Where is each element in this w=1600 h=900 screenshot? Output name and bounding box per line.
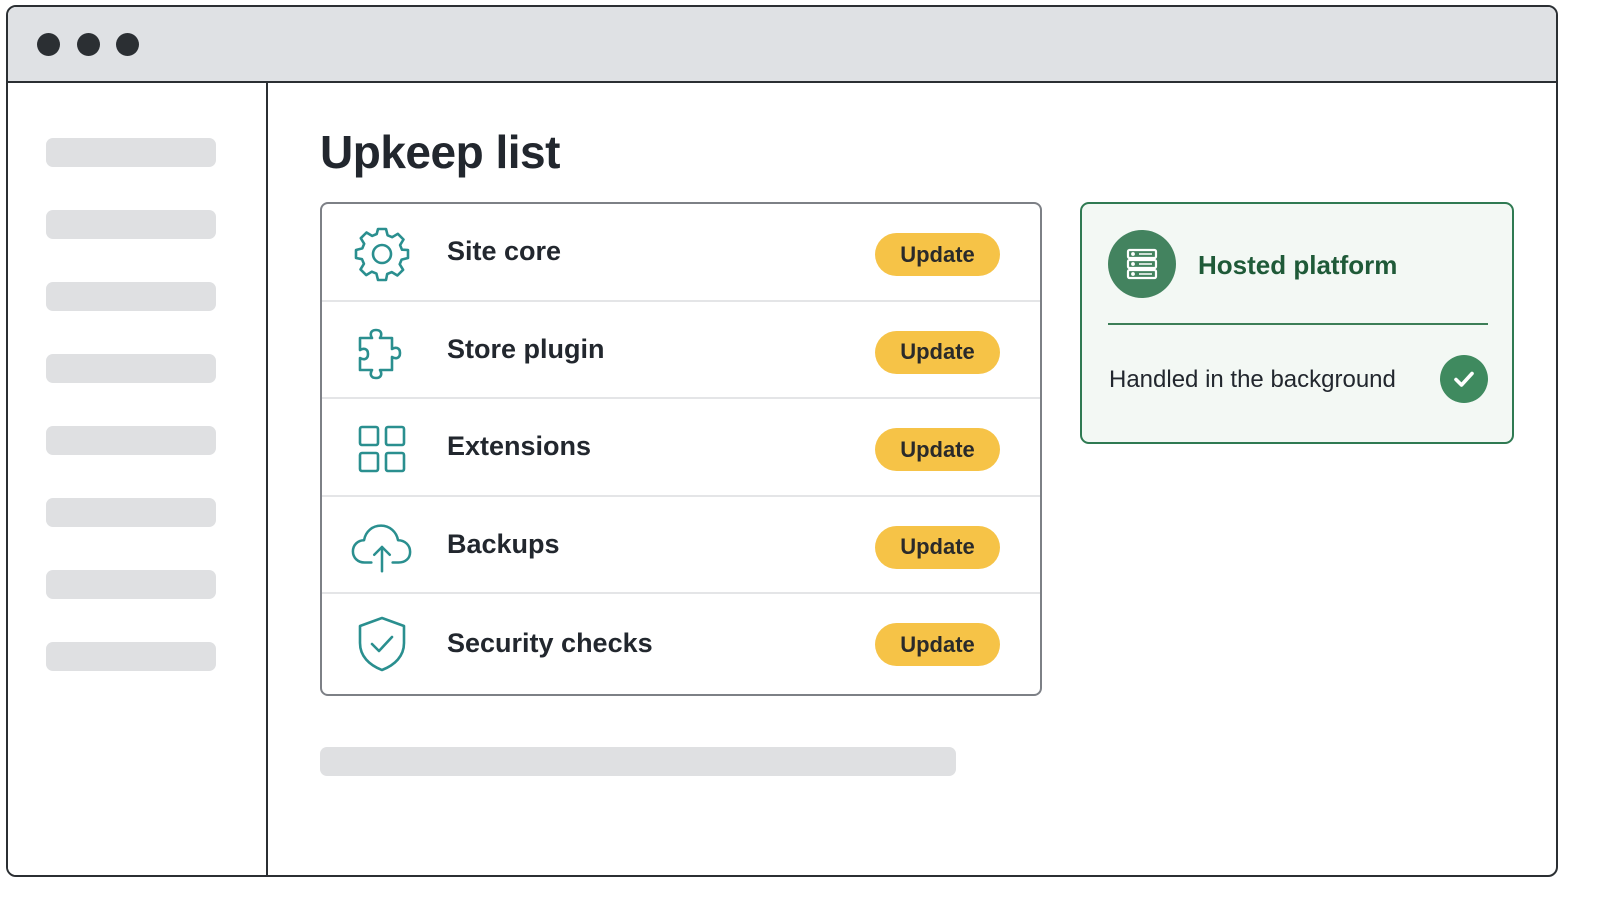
grid-icon bbox=[350, 422, 414, 476]
list-item: Backups Update bbox=[322, 497, 1040, 595]
shield-check-icon bbox=[350, 617, 414, 672]
list-item: Security checks Update bbox=[322, 594, 1040, 692]
hosted-platform-card: Hosted platform Handled in the backgroun… bbox=[1080, 202, 1514, 444]
sidebar-placeholder-item[interactable] bbox=[46, 498, 216, 527]
sidebar-placeholder-item[interactable] bbox=[46, 210, 216, 239]
window-control-dot[interactable] bbox=[77, 33, 100, 56]
item-label: Security checks bbox=[447, 627, 653, 658]
item-label: Extensions bbox=[447, 431, 592, 462]
item-label: Backups bbox=[447, 529, 560, 560]
window-control-dot[interactable] bbox=[37, 33, 60, 56]
hosted-platform-title: Hosted platform bbox=[1198, 250, 1398, 280]
sidebar-placeholder-item[interactable] bbox=[46, 570, 216, 599]
window-control-dot[interactable] bbox=[116, 33, 139, 56]
update-button[interactable]: Update bbox=[875, 525, 1000, 569]
sidebar-placeholder-item[interactable] bbox=[46, 426, 216, 455]
window-titlebar bbox=[8, 7, 1556, 83]
item-label: Store plugin bbox=[447, 333, 605, 364]
update-button[interactable]: Update bbox=[875, 428, 1000, 472]
server-icon bbox=[1108, 230, 1176, 298]
cloud-upload-icon bbox=[350, 520, 414, 574]
list-item: Store plugin Update bbox=[322, 302, 1040, 400]
upkeep-list: Site core Update Store plugin Update Ext… bbox=[320, 202, 1042, 696]
page-title: Upkeep list bbox=[320, 126, 560, 178]
sidebar bbox=[8, 83, 268, 875]
sidebar-placeholder-item[interactable] bbox=[46, 282, 216, 311]
divider bbox=[1108, 323, 1488, 325]
puzzle-piece-icon bbox=[350, 325, 414, 379]
item-label: Site core bbox=[447, 236, 562, 267]
update-button[interactable]: Update bbox=[875, 330, 1000, 374]
gear-icon bbox=[350, 227, 414, 282]
sidebar-placeholder-item[interactable] bbox=[46, 354, 216, 383]
app-window: Upkeep list Site core Update Store plugi… bbox=[6, 5, 1558, 877]
checkmark-icon bbox=[1440, 355, 1488, 403]
update-button[interactable]: Update bbox=[875, 233, 1000, 276]
content-placeholder-bar bbox=[320, 747, 956, 776]
sidebar-placeholder-item[interactable] bbox=[46, 642, 216, 671]
sidebar-placeholder-item[interactable] bbox=[46, 138, 216, 167]
list-item: Extensions Update bbox=[322, 399, 1040, 497]
main-content: Upkeep list Site core Update Store plugi… bbox=[270, 83, 1556, 875]
list-item: Site core Update bbox=[322, 204, 1040, 302]
update-button[interactable]: Update bbox=[875, 623, 1000, 667]
status-text: Handled in the background bbox=[1109, 366, 1396, 393]
